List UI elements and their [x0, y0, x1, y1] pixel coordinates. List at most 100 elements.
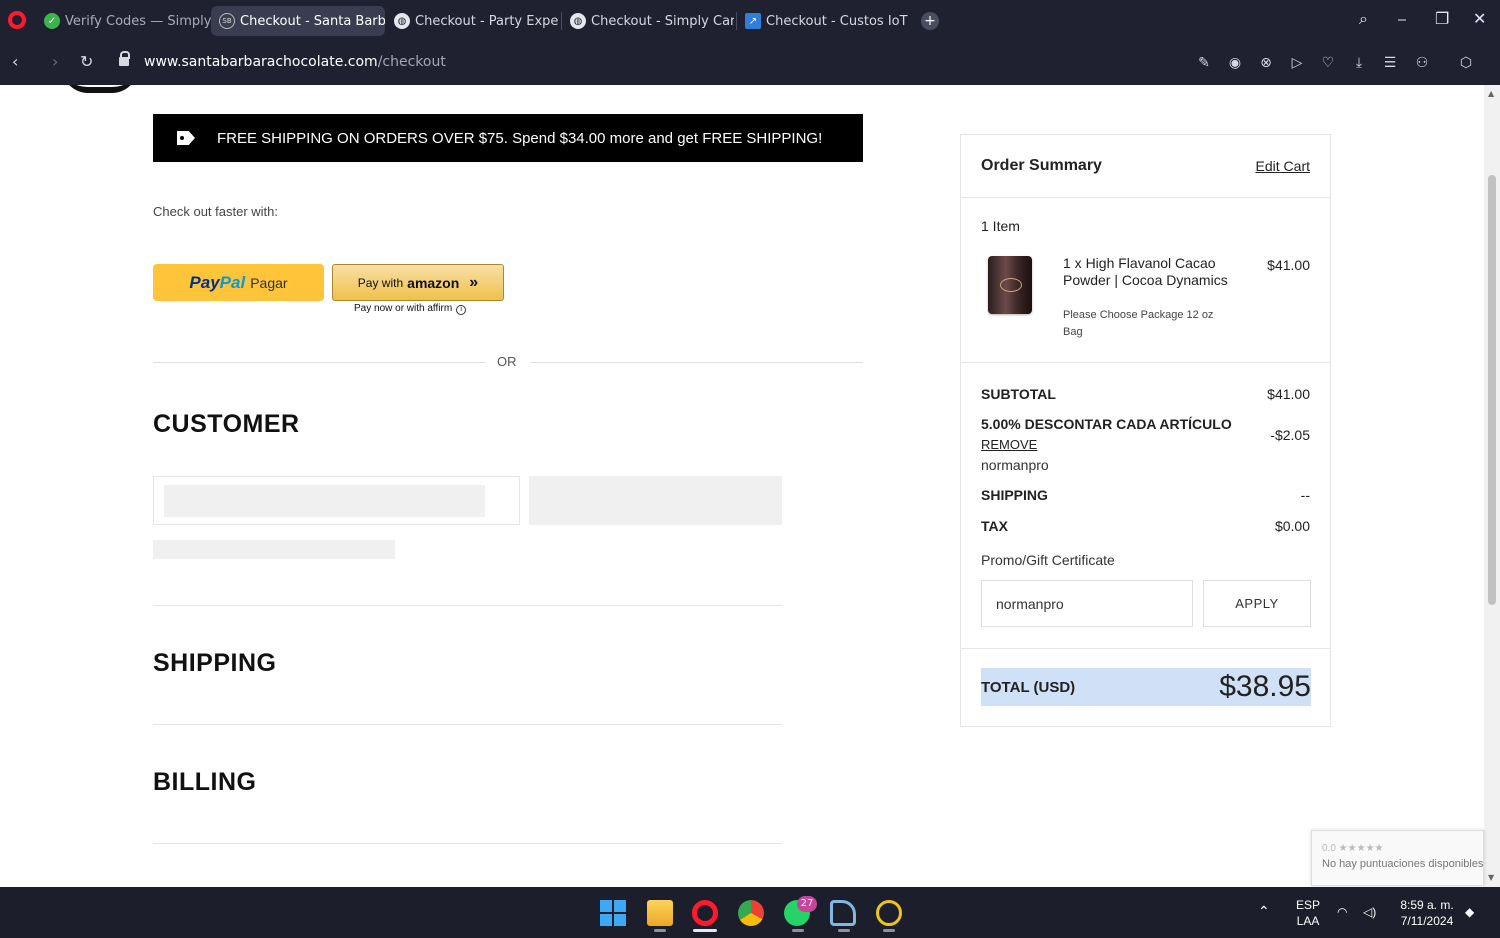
apply-button[interactable]: APPLY — [1203, 580, 1311, 627]
free-shipping-banner: FREE SHIPPING ON ORDERS OVER $75. Spend … — [153, 114, 863, 162]
camera-icon[interactable]: ◉ — [1225, 53, 1245, 73]
paypal-label: Pagar — [250, 274, 288, 291]
language-top: ESP — [1295, 898, 1320, 912]
windows-taskbar: ⌃ ESP LAA ◠ ◁) 8:59 a. m. 7/11/2024 ◆ — [0, 887, 1500, 938]
easy-setup-icon[interactable]: ☰ — [1380, 53, 1400, 73]
profile-icon[interactable]: ⚇ — [1412, 53, 1432, 73]
extensions-icon[interactable]: ⬡ — [1456, 53, 1476, 73]
tab-checkout-santa-barbara[interactable]: SB Checkout - Santa Barbara — [211, 6, 385, 36]
order-total: TOTAL (USD) $38.95 — [981, 668, 1311, 706]
info-icon[interactable]: i — [456, 305, 467, 315]
chevron-up-icon[interactable]: ⌃ — [1258, 903, 1270, 919]
language-bottom: LAA — [1296, 914, 1320, 928]
tab-checkout-custos[interactable]: ↗ Checkout - Custos IoT Sol — [737, 6, 909, 36]
back-icon[interactable]: ‹ — [12, 52, 18, 71]
paypal-brand-b: Pal — [219, 272, 246, 292]
site-logo-icon: SB — [219, 13, 235, 29]
banner-text: FREE SHIPPING ON ORDERS OVER $75. Spend … — [217, 129, 823, 147]
url-path: /checkout — [377, 54, 446, 70]
reviews-widget[interactable]: 0.0 ★★★★★ No hay puntuaciones disponible… — [1311, 830, 1484, 886]
billing-heading: BILLING — [153, 768, 257, 796]
adblock-icon[interactable]: ⊗ — [1256, 53, 1276, 73]
divider — [153, 362, 485, 363]
remove-coupon-link[interactable]: REMOVE — [981, 437, 1037, 452]
app-icon-2[interactable] — [876, 900, 902, 926]
tab-title: Checkout - Party Expert — [415, 13, 558, 29]
promo-code-input[interactable] — [981, 580, 1193, 627]
browser-tab-bar: ✓ Verify Codes — Simply ✕ SB Checkout - … — [0, 0, 1500, 42]
store-logo[interactable] — [62, 85, 138, 93]
affirm-text: Pay now or with affirm — [354, 303, 453, 314]
tab-checkout-simply-carbon[interactable]: ◍ Checkout - Simply Carbon — [562, 6, 734, 36]
clock[interactable]: 8:59 a. m. 7/11/2024 — [1393, 897, 1461, 929]
product-price: $41.00 — [1267, 257, 1310, 273]
address-bar: ‹ › ↻ www.santabarbarachocolate.com/chec… — [0, 42, 1500, 116]
play-icon[interactable]: ▷ — [1287, 53, 1307, 73]
tab-title: Checkout - Custos IoT Sol — [766, 13, 909, 29]
windows-start-icon[interactable] — [600, 900, 626, 926]
file-explorer-icon[interactable] — [647, 900, 673, 926]
divider — [961, 362, 1330, 363]
paypal-button[interactable]: Pay Pal Pagar — [153, 264, 324, 301]
amazon-prefix: Pay with — [357, 275, 404, 290]
product-name: 1 x High Flavanol Cacao Powder | Cocoa D… — [1063, 255, 1228, 288]
edit-icon[interactable]: ✎ — [1194, 53, 1214, 73]
reload-icon[interactable]: ↻ — [80, 52, 93, 71]
product-option: Please Choose Package 12 oz Bag — [1063, 309, 1214, 338]
chevrons-right-icon: » — [469, 273, 479, 291]
close-window-icon[interactable]: ✕ — [1473, 9, 1486, 28]
globe-icon: ◍ — [570, 13, 586, 29]
notifications-icon[interactable]: ◆ — [1465, 904, 1474, 920]
total-value: $38.95 — [1219, 670, 1311, 703]
forward-icon[interactable]: › — [52, 52, 58, 71]
total-label: TOTAL (USD) — [981, 678, 1076, 696]
chart-favicon-icon: ↗ — [745, 13, 761, 29]
checkout-faster-label: Check out faster with: — [153, 204, 278, 219]
amazon-pay-button[interactable]: Pay with amazon » — [332, 264, 504, 301]
rating-stars: 0.0 ★★★★★ — [1322, 843, 1384, 854]
chrome-icon[interactable] — [738, 900, 764, 926]
checkout-page: FREE SHIPPING ON ORDERS OVER $75. Spend … — [0, 85, 1484, 887]
app-icon[interactable] — [830, 900, 856, 926]
item-count: 1 Item — [981, 218, 1020, 234]
page-scrollbar[interactable]: ▲ ▼ — [1484, 85, 1500, 887]
discount-value: -$2.05 — [1270, 427, 1310, 443]
or-label: OR — [497, 354, 517, 369]
taskbar-indicator — [654, 929, 666, 932]
discount-label: 5.00% DESCONTAR CADA ARTÍCULO — [981, 416, 1232, 432]
scroll-up-icon[interactable]: ▲ — [1488, 89, 1494, 98]
globe-icon: ◍ — [394, 13, 410, 29]
opera-browser-icon[interactable] — [692, 900, 718, 926]
volume-icon[interactable]: ◁) — [1363, 904, 1376, 920]
heart-icon[interactable]: ♡ — [1318, 53, 1338, 73]
language-indicator[interactable]: ESP LAA — [1292, 897, 1324, 929]
tab-title: Checkout - Santa Barbara — [240, 13, 385, 29]
opera-logo-icon[interactable] — [8, 11, 26, 29]
search-icon[interactable]: ⌕ — [1359, 9, 1368, 29]
affirm-note: Pay now or with affirm i — [354, 303, 467, 315]
new-tab-button[interactable]: + — [921, 12, 939, 30]
restore-icon[interactable]: ❐ — [1435, 9, 1449, 28]
download-icon[interactable]: ⤓ — [1349, 53, 1369, 73]
edit-cart-link[interactable]: Edit Cart — [1256, 158, 1310, 174]
divider — [531, 362, 863, 363]
minimize-icon[interactable]: ⎯ — [1398, 9, 1406, 29]
divider — [961, 197, 1330, 198]
url-field[interactable]: www.santabarbarachocolate.com/checkout — [144, 54, 446, 70]
amazon-brand: amazon — [407, 274, 460, 291]
tab-verify-codes[interactable]: ✓ Verify Codes — Simply ✕ — [36, 6, 211, 36]
whatsapp-badge: 27 — [797, 896, 817, 912]
customer-heading: CUSTOMER — [153, 410, 300, 438]
scrollbar-thumb[interactable] — [1488, 175, 1496, 605]
subtotal-label: SUBTOTAL — [981, 386, 1056, 402]
continue-button-placeholder — [529, 476, 782, 525]
scroll-down-icon[interactable]: ▼ — [1488, 873, 1494, 882]
tab-checkout-party-expert[interactable]: ◍ Checkout - Party Expert — [386, 6, 558, 36]
paypal-brand-a: Pay — [189, 272, 220, 292]
wifi-icon[interactable]: ◠ — [1337, 904, 1347, 920]
lock-icon[interactable] — [119, 51, 130, 68]
clock-time: 8:59 a. m. — [1400, 898, 1454, 912]
tax-label: TAX — [981, 518, 1008, 534]
url-domain: www.santabarbarachocolate.com — [144, 54, 378, 70]
shipping-value: -- — [1300, 487, 1310, 503]
